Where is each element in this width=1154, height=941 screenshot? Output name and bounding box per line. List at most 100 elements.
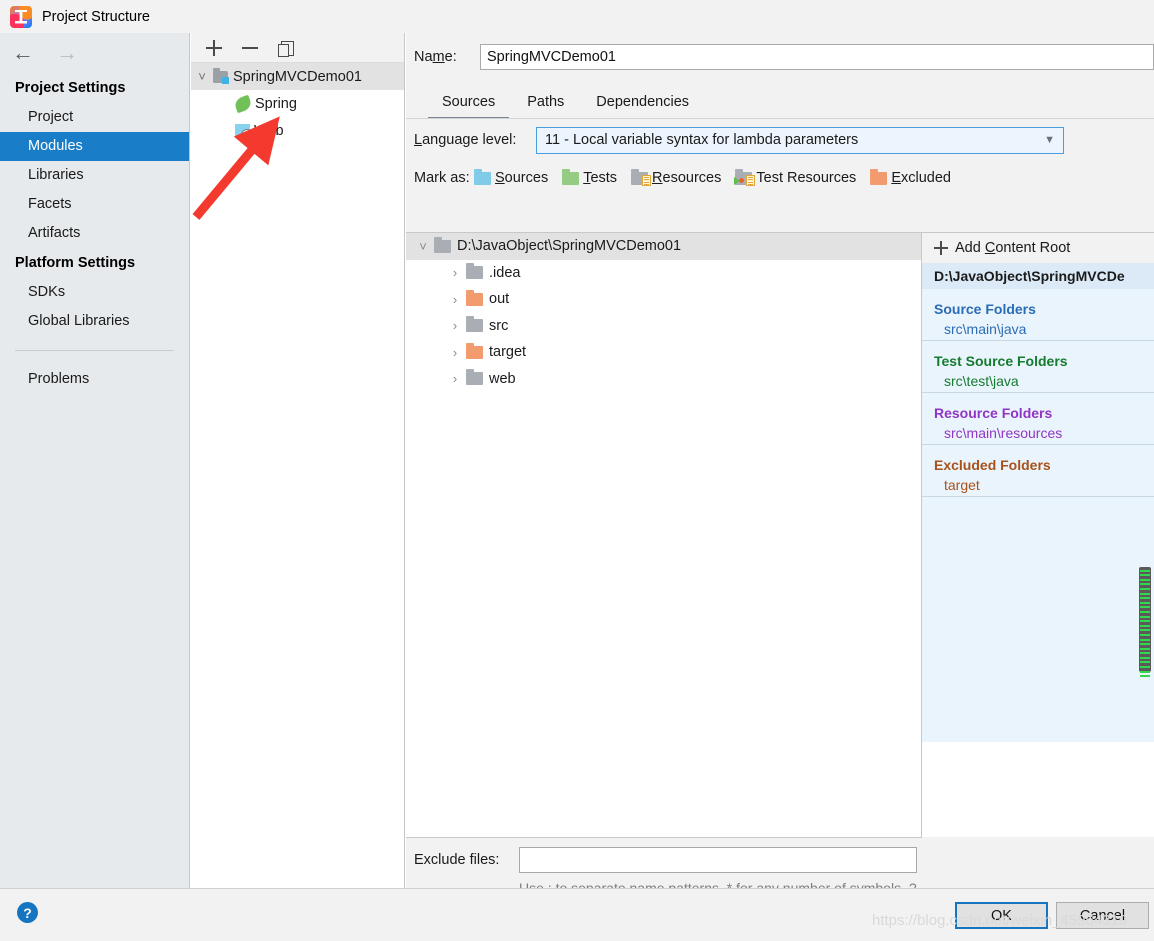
sidebar-item-problems[interactable]: Problems bbox=[0, 365, 189, 394]
dialog-footer: ? OK Cancel bbox=[0, 888, 1154, 941]
sidebar-item-libraries[interactable]: Libraries bbox=[0, 161, 189, 190]
chevron-right-icon[interactable]: › bbox=[444, 371, 466, 386]
language-level-select[interactable]: 11 - Local variable syntax for lambda pa… bbox=[536, 126, 1064, 154]
exclude-files-input[interactable] bbox=[519, 847, 917, 873]
mark-as-row: Mark as: Sources Tests Resources Test Re… bbox=[406, 161, 1154, 195]
folder-icon bbox=[434, 236, 451, 253]
window-title: Project Structure bbox=[42, 8, 150, 25]
sidebar-item-facets[interactable]: Facets bbox=[0, 190, 189, 219]
sidebar-item-project[interactable]: Project bbox=[0, 103, 189, 132]
tests-folder-icon bbox=[562, 168, 580, 185]
tab-dependencies[interactable]: Dependencies bbox=[580, 94, 705, 119]
excluded-folder-icon bbox=[870, 168, 888, 185]
module-label-web: Web bbox=[254, 122, 284, 139]
file-tree-label-content-root: D:\JavaObject\SpringMVCDemo01 bbox=[457, 238, 682, 255]
language-level-value: 11 - Local variable syntax for lambda pa… bbox=[545, 132, 859, 148]
excluded-folder-entry[interactable]: target bbox=[922, 476, 1154, 497]
remove-icon[interactable] bbox=[241, 39, 259, 57]
sidebar-group-platform-settings: Platform Settings bbox=[15, 255, 136, 271]
folder-icon bbox=[466, 369, 483, 386]
add-icon[interactable] bbox=[205, 39, 223, 57]
mark-as-sources-button[interactable]: Sources bbox=[474, 168, 549, 186]
spring-leaf-icon bbox=[233, 94, 253, 113]
module-label-springmvcdemo01: SpringMVCDemo01 bbox=[233, 68, 362, 85]
mark-as-test-resources-label: Test Resources bbox=[756, 170, 857, 186]
settings-sidebar: ← → Project Settings Project Modules Lib… bbox=[0, 33, 190, 888]
sidebar-item-global-libraries[interactable]: Global Libraries bbox=[0, 307, 189, 336]
mark-as-test-resources-button[interactable]: Test Resources bbox=[734, 168, 857, 186]
resource-folder-entry[interactable]: src\main\resources bbox=[922, 424, 1154, 445]
folder-icon bbox=[466, 263, 483, 280]
mark-as-resources-button[interactable]: Resources bbox=[631, 168, 722, 186]
sidebar-item-modules[interactable]: Modules bbox=[0, 132, 189, 161]
tab-sources[interactable]: Sources bbox=[426, 94, 511, 119]
file-tree-label-src: src bbox=[489, 317, 509, 334]
content-root-path: D:\JavaObject\SpringMVCDe bbox=[922, 263, 1154, 289]
chevron-down-icon[interactable]: ˅ bbox=[412, 239, 434, 254]
file-tree-label-target: target bbox=[489, 344, 527, 361]
content-root-file-tree: ˅ D:\JavaObject\SpringMVCDemo01 › .idea … bbox=[406, 232, 922, 837]
web-module-icon bbox=[235, 124, 253, 141]
details-empty-area bbox=[922, 742, 1154, 837]
resources-folder-icon bbox=[631, 168, 652, 186]
mark-as-tests-label: Tests bbox=[583, 170, 618, 186]
ok-button[interactable]: OK bbox=[955, 902, 1048, 929]
chevron-right-icon[interactable]: › bbox=[444, 318, 466, 333]
add-content-root-button[interactable]: Add Content Root bbox=[922, 233, 1154, 263]
module-tree-row-web[interactable]: Web bbox=[191, 117, 404, 144]
help-icon[interactable]: ? bbox=[17, 902, 38, 923]
editor-tabs: Sources Paths Dependencies bbox=[406, 81, 1154, 119]
sidebar-item-sdks[interactable]: SDKs bbox=[0, 278, 189, 307]
file-tree-label-web: web bbox=[489, 370, 516, 387]
language-level-row: Language level: 11 - Local variable synt… bbox=[406, 119, 1154, 161]
name-label: Name: bbox=[414, 49, 457, 65]
copy-icon[interactable] bbox=[277, 39, 295, 57]
resource-folders-heading: Resource Folders bbox=[934, 405, 1053, 421]
file-tree-label-idea: .idea bbox=[489, 264, 521, 281]
mark-as-excluded-label: Excluded bbox=[891, 170, 951, 186]
chevron-down-icon[interactable]: ˅ bbox=[191, 69, 213, 84]
file-tree-row-target[interactable]: › target bbox=[406, 339, 921, 366]
exclude-files-label: Exclude files: bbox=[414, 852, 500, 868]
chevron-right-icon[interactable]: › bbox=[444, 292, 466, 307]
intellij-idea-logo-icon bbox=[10, 5, 32, 28]
module-name-input[interactable]: SpringMVCDemo01 bbox=[480, 44, 1154, 70]
sidebar-item-artifacts[interactable]: Artifacts bbox=[0, 219, 189, 248]
excluded-folder-icon bbox=[466, 342, 483, 359]
source-folder-entry[interactable]: src\main\java bbox=[922, 320, 1154, 341]
chevron-right-icon[interactable]: › bbox=[444, 265, 466, 280]
source-folders-heading: Source Folders bbox=[934, 301, 1036, 317]
module-tree-row-root[interactable]: ˅ SpringMVCDemo01 bbox=[191, 63, 404, 90]
error-stripe-scrollbar[interactable] bbox=[1139, 567, 1151, 678]
test-source-folder-entry[interactable]: src\test\java bbox=[922, 372, 1154, 393]
module-editor-panel: Name: SpringMVCDemo01 Sources Paths Depe… bbox=[406, 33, 1154, 921]
file-tree-row-src[interactable]: › src bbox=[406, 313, 921, 340]
file-tree-label-out: out bbox=[489, 291, 510, 308]
sources-folder-icon bbox=[474, 168, 491, 185]
sidebar-nav-row: ← → bbox=[0, 33, 189, 73]
module-toolbar bbox=[191, 33, 404, 63]
cancel-button[interactable]: Cancel bbox=[1056, 902, 1149, 929]
sidebar-divider bbox=[15, 350, 174, 351]
file-tree-row-web[interactable]: › web bbox=[406, 366, 921, 393]
module-tree-row-spring[interactable]: Spring bbox=[191, 90, 404, 117]
file-tree-row-idea[interactable]: › .idea bbox=[406, 260, 921, 287]
mark-as-label: Mark as: bbox=[414, 170, 470, 186]
mark-as-tests-button[interactable]: Tests bbox=[562, 168, 618, 186]
sources-split-pane: ˅ D:\JavaObject\SpringMVCDemo01 › .idea … bbox=[406, 232, 1154, 837]
excluded-folders-heading: Excluded Folders bbox=[934, 457, 1051, 473]
mark-as-resources-label: Resources bbox=[652, 170, 722, 186]
mark-as-excluded-button[interactable]: Excluded bbox=[870, 168, 951, 186]
chevron-down-icon: ▼ bbox=[1044, 134, 1055, 146]
back-arrow-icon[interactable]: ← bbox=[12, 42, 34, 64]
file-tree-row-out[interactable]: › out bbox=[406, 286, 921, 313]
exclude-files-row: Exclude files: bbox=[406, 838, 922, 873]
forward-arrow-icon[interactable]: → bbox=[56, 42, 78, 64]
chevron-right-icon[interactable]: › bbox=[444, 345, 466, 360]
mark-as-sources-label: Sources bbox=[495, 170, 549, 186]
test-resources-folder-icon bbox=[734, 168, 756, 186]
sidebar-group-project-settings: Project Settings bbox=[15, 80, 126, 96]
tab-paths[interactable]: Paths bbox=[511, 94, 580, 119]
file-tree-row-content-root[interactable]: ˅ D:\JavaObject\SpringMVCDemo01 bbox=[406, 233, 921, 260]
excluded-folder-icon bbox=[466, 289, 483, 306]
